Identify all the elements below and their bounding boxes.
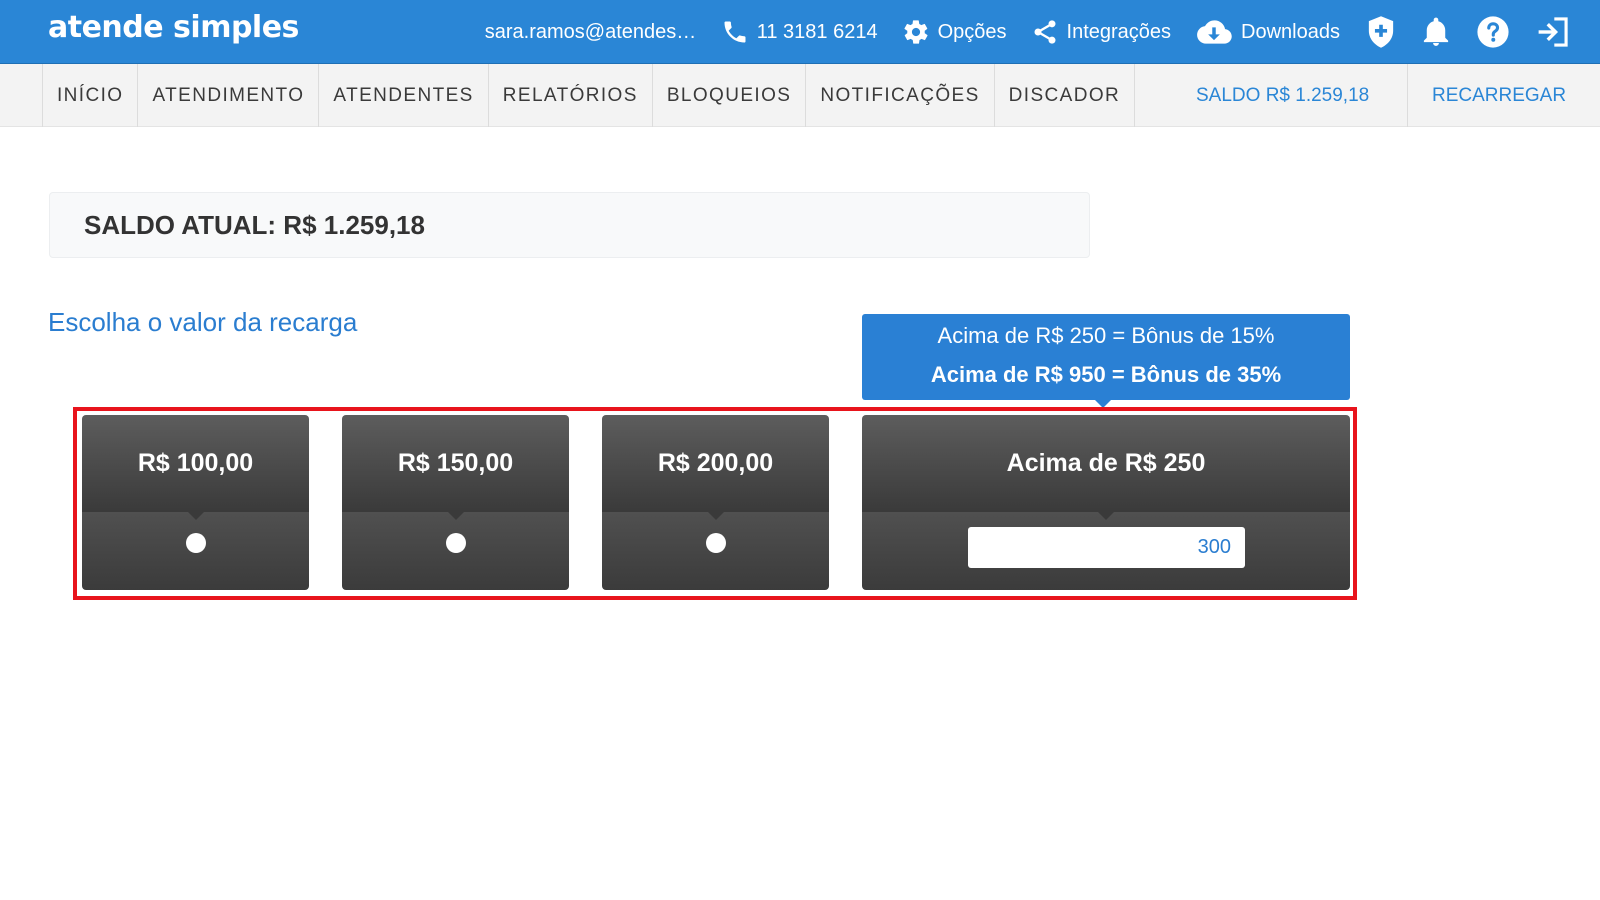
phone-number: 11 3181 6214 (756, 20, 878, 43)
nav-items: INÍCIO ATENDIMENTO ATENDENTES RELATÓRIOS… (42, 64, 1136, 127)
recharge-option-label: R$ 100,00 (82, 415, 309, 520)
downloads-menu[interactable]: Downloads (1195, 18, 1340, 46)
recharge-option-150[interactable]: R$ 150,00 (342, 415, 569, 590)
integrations-menu[interactable]: Integrações (1031, 18, 1172, 46)
shield-icon (1366, 15, 1396, 49)
recharge-link[interactable]: RECARREGAR (1407, 64, 1566, 127)
phone-link[interactable]: 11 3181 6214 (721, 18, 878, 46)
option-select-area (82, 512, 309, 590)
current-balance-panel: SALDO ATUAL: R$ 1.259,18 (49, 192, 1090, 258)
recharge-option-custom[interactable]: Acima de R$ 250 (862, 415, 1350, 590)
help-button[interactable] (1476, 15, 1510, 49)
gear-icon (902, 18, 930, 46)
option-amount: R$ 100,00 (137, 449, 254, 477)
top-bar-actions: sara.ramos@atendesi... 11 3181 6214 Opçõ… (461, 0, 1570, 64)
option-input-area (862, 512, 1350, 590)
user-email[interactable]: sara.ramos@atendesi... (485, 21, 697, 44)
recharge-option-label: R$ 150,00 (342, 415, 569, 520)
nav-item-bloqueios[interactable]: BLOQUEIOS (651, 64, 806, 127)
downloads-label: Downloads (1241, 20, 1340, 43)
section-title: Escolha o valor da recarga (48, 307, 358, 337)
integrations-label: Integrações (1066, 20, 1172, 43)
recharge-option-200[interactable]: R$ 200,00 (602, 415, 829, 590)
nav-item-discador[interactable]: DISCADOR (993, 64, 1136, 127)
nav-item-atendentes[interactable]: ATENDENTES (318, 64, 487, 127)
option-radio[interactable] (185, 533, 206, 553)
custom-amount-input[interactable] (968, 527, 1245, 568)
notifications-button[interactable] (1422, 17, 1450, 47)
recharge-option-label: R$ 200,00 (602, 415, 829, 520)
phone-icon (721, 18, 749, 46)
user-email-label: sara.ramos@atendesi... (484, 20, 697, 43)
recharge-option-label: Acima de R$ 250 (862, 415, 1350, 520)
security-button[interactable] (1366, 15, 1396, 49)
option-radio[interactable] (445, 533, 466, 553)
option-radio[interactable] (705, 533, 726, 553)
nav-item-relatorios[interactable]: RELATÓRIOS (487, 64, 652, 127)
nav-item-notificacoes[interactable]: NOTIFICAÇÕES (805, 64, 993, 127)
app-logo[interactable]: atende simples (48, 10, 299, 45)
nav-item-atendimento[interactable]: ATENDIMENTO (137, 64, 318, 127)
options-label: Opções (937, 20, 1007, 43)
logout-icon (1536, 16, 1570, 48)
bonus-tooltip: Acima de R$ 250 = Bônus de 15% Acima de … (862, 314, 1350, 408)
option-select-area (602, 512, 829, 590)
option-amount: R$ 200,00 (657, 449, 774, 477)
option-amount: R$ 150,00 (397, 449, 514, 477)
top-bar: atende simples sara.ramos@atendesi... 11… (0, 0, 1600, 64)
main-nav: INÍCIO ATENDIMENTO ATENDENTES RELATÓRIOS… (0, 64, 1600, 127)
recharge-option-100[interactable]: R$ 100,00 (82, 415, 309, 590)
bonus-line-2: Acima de R$ 950 = Bônus de 35% (930, 362, 1282, 387)
nav-balance: SALDO R$ 1.259,18 (1196, 84, 1370, 106)
option-select-area (342, 512, 569, 590)
help-icon (1476, 15, 1510, 49)
share-icon (1031, 18, 1059, 46)
bell-icon (1422, 17, 1450, 47)
cloud-download-icon (1195, 18, 1233, 46)
current-balance: SALDO ATUAL: R$ 1.259,18 (84, 210, 425, 240)
option-amount: Acima de R$ 250 (1006, 449, 1206, 477)
bonus-line-1: Acima de R$ 250 = Bônus de 15% (937, 323, 1275, 348)
options-menu[interactable]: Opções (902, 18, 1007, 46)
nav-item-inicio[interactable]: INÍCIO (42, 64, 137, 127)
logout-button[interactable] (1536, 16, 1570, 48)
